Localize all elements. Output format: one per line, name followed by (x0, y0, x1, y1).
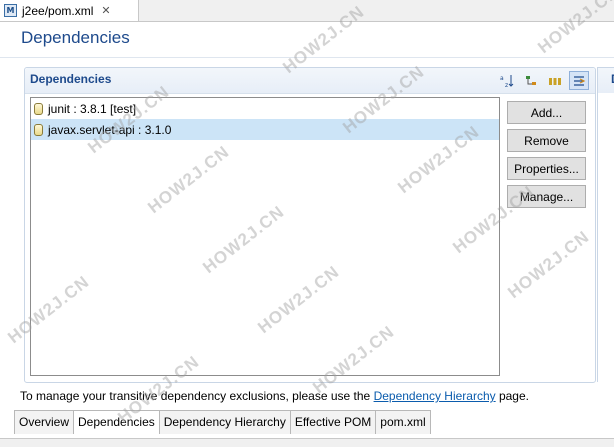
jar-icon (34, 123, 43, 136)
sort-alpha-icon[interactable]: az (497, 71, 517, 90)
dependency-hierarchy-link[interactable]: Dependency Hierarchy (374, 389, 496, 403)
filter-icon[interactable] (521, 71, 541, 90)
info-prefix: To manage your transitive dependency exc… (20, 389, 374, 403)
dependency-buttons: Add... Remove Properties... Manage... (507, 101, 586, 213)
add-button[interactable]: Add... (507, 101, 586, 124)
maven-pom-icon: M (4, 4, 17, 17)
collapse-icon[interactable] (545, 71, 565, 90)
dependency-management-section: D (597, 67, 614, 382)
manage-button[interactable]: Manage... (507, 185, 586, 208)
editor-tab-strip: M j2ee/pom.xml ✕ (0, 0, 614, 22)
dependency-row-junit[interactable]: junit : 3.8.1 [test] (31, 98, 499, 119)
properties-button[interactable]: Properties... (507, 157, 586, 180)
dependency-label: javax.servlet-api : 3.1.0 (48, 122, 172, 137)
tab-dependencies[interactable]: Dependencies (74, 411, 160, 434)
editor-tab-pom[interactable]: M j2ee/pom.xml ✕ (0, 0, 139, 21)
title-divider (0, 57, 614, 58)
dependencies-section: Dependencies az junit : 3.8.1 [test] jav… (24, 67, 596, 383)
dependency-label: junit : 3.8.1 [test] (48, 101, 137, 116)
tab-overview[interactable]: Overview (14, 411, 75, 434)
editor-tab-title: j2ee/pom.xml (22, 3, 94, 18)
jar-icon (34, 102, 43, 115)
svg-text:z: z (505, 82, 508, 88)
tab-pom-xml[interactable]: pom.xml (376, 411, 431, 434)
exclusions-info: To manage your transitive dependency exc… (20, 389, 529, 403)
info-suffix: page. (495, 389, 529, 403)
dependency-row-servlet-api[interactable]: javax.servlet-api : 3.1.0 (31, 119, 499, 140)
section-toolbar: az (497, 71, 589, 90)
close-icon[interactable]: ✕ (101, 4, 110, 17)
section-title: Dependencies (30, 72, 112, 86)
toggle-icon[interactable] (569, 71, 589, 90)
tab-dependency-hierarchy[interactable]: Dependency Hierarchy (159, 411, 291, 434)
svg-text:a: a (500, 75, 504, 82)
remove-button[interactable]: Remove (507, 129, 586, 152)
page-title: Dependencies (21, 28, 130, 47)
pom-editor-page-tabs: Overview Dependencies Dependency Hierarc… (14, 410, 431, 435)
tab-effective-pom[interactable]: Effective POM (290, 411, 377, 434)
dependency-list[interactable]: junit : 3.8.1 [test] javax.servlet-api :… (30, 97, 500, 376)
section-header: Dependencies az (25, 68, 595, 94)
